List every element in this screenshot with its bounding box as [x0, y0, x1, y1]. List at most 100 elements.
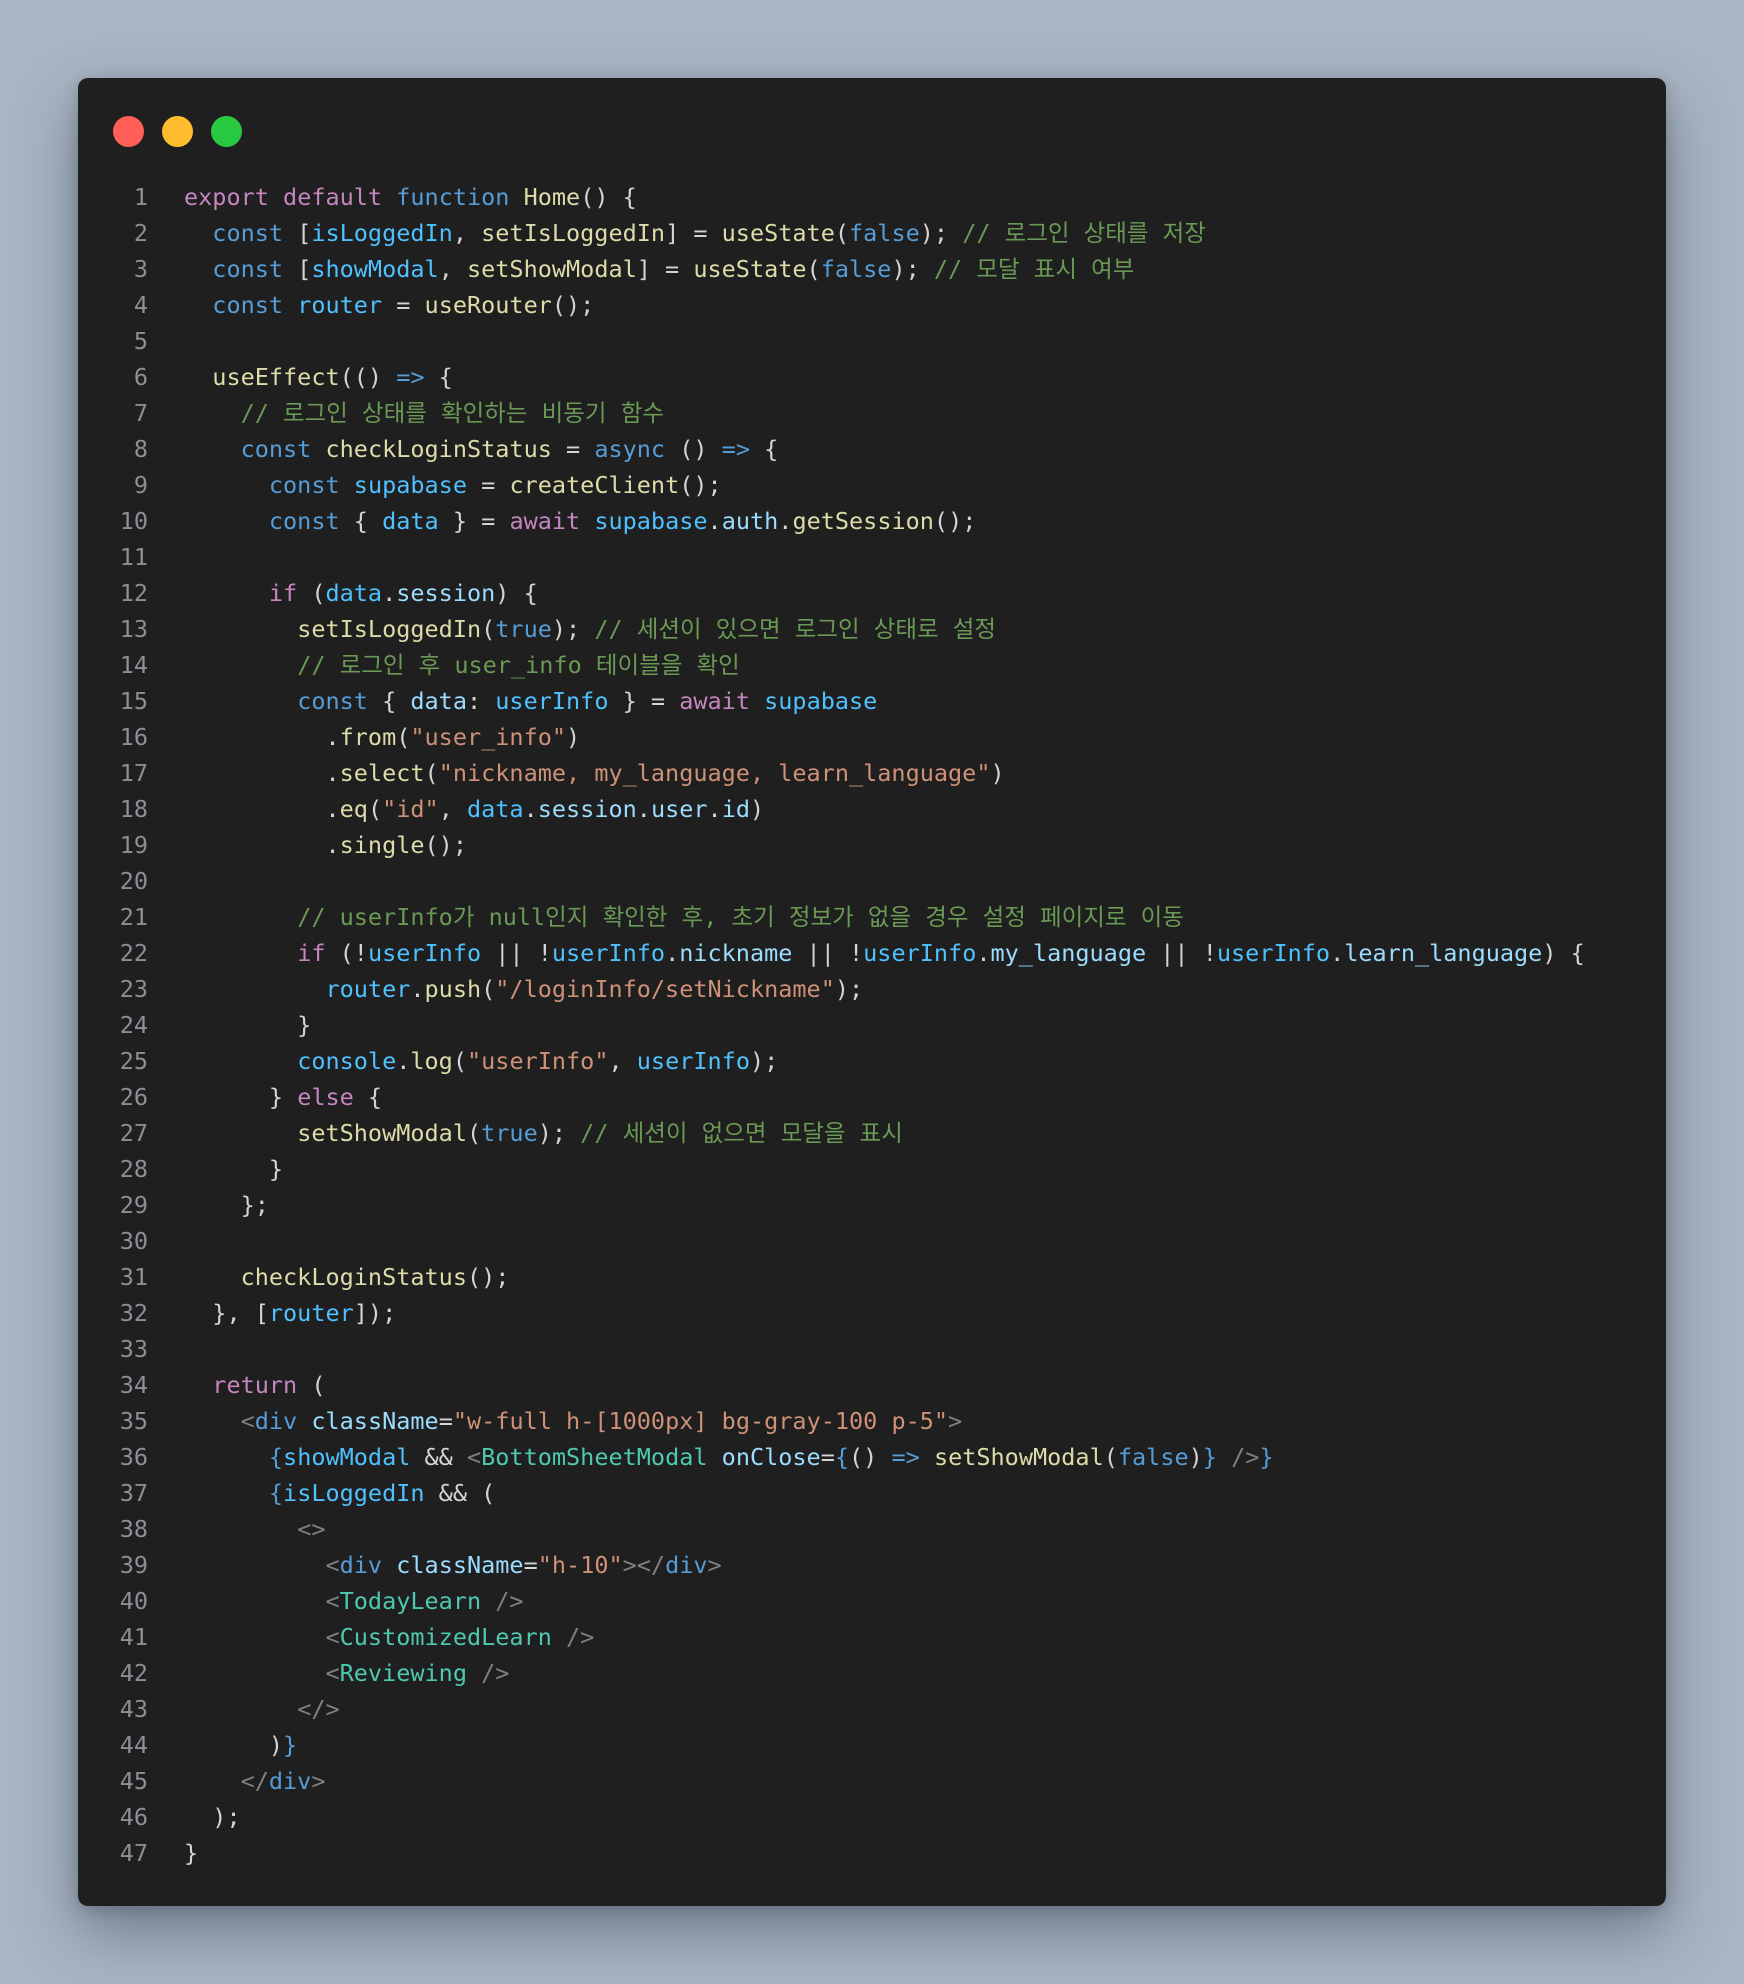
code-token: router	[268, 1299, 354, 1327]
code-line: 16 .from("user_info")	[78, 719, 1585, 755]
code-token: // userInfo가 null인지 확인한 후, 초기 정보가 없을 경우 …	[297, 903, 1184, 931]
code-token: showModal	[311, 255, 439, 283]
code-token: "id"	[382, 795, 439, 823]
line-text: {isLoggedIn && (	[148, 1475, 495, 1511]
code-line: 20	[78, 863, 1585, 899]
line-number: 15	[119, 687, 148, 715]
code-token: =	[466, 471, 510, 499]
code-token: console	[297, 1047, 397, 1075]
code-token: (	[297, 579, 326, 607]
code-line: 47}	[78, 1835, 1585, 1871]
code-token: .	[184, 723, 340, 751]
code-token: {	[367, 687, 411, 715]
line-text: const { data } = await supabase.auth.get…	[148, 503, 976, 539]
code-token: log	[410, 1047, 453, 1075]
code-token: [	[283, 219, 312, 247]
code-token: )	[749, 795, 765, 823]
code-token: <	[466, 1443, 482, 1471]
zoom-button[interactable]	[211, 116, 242, 147]
line-number: 19	[119, 831, 148, 859]
line-number: 18	[119, 795, 148, 823]
code-token: div	[339, 1551, 383, 1579]
line-number: 12	[119, 579, 148, 607]
code-token: className	[311, 1407, 439, 1435]
code-line: 15 const { data: userInfo } = await supa…	[78, 683, 1585, 719]
close-button[interactable]	[113, 116, 144, 147]
code-token: function	[396, 183, 510, 211]
code-token: false	[820, 255, 892, 283]
code-token: div	[254, 1407, 298, 1435]
code-token: (	[466, 1119, 482, 1147]
code-line: 46 );	[78, 1799, 1585, 1835]
line-text: .single();	[148, 827, 467, 863]
line-number: 28	[119, 1155, 148, 1183]
code-token: // 모달 표시 여부	[933, 255, 1135, 283]
line-number: 46	[119, 1803, 148, 1831]
line-text	[148, 863, 184, 899]
code-token: supabase	[594, 507, 708, 535]
code-token: eq	[339, 795, 368, 823]
line-number: 7	[133, 399, 148, 427]
code-token: export	[184, 183, 269, 211]
code-token: data	[382, 507, 439, 535]
line-number: 22	[119, 939, 148, 967]
line-text: .from("user_info")	[148, 719, 580, 755]
code-token: checkLoginStatus	[325, 435, 552, 463]
code-token: {	[353, 1083, 383, 1111]
line-number: 11	[119, 543, 148, 571]
code-token: Reviewing	[339, 1659, 467, 1687]
code-token: default	[283, 183, 383, 211]
code-token: && (	[424, 1479, 496, 1507]
code-line: 29 };	[78, 1187, 1585, 1223]
minimize-button[interactable]	[162, 116, 193, 147]
code-line: 22 if (!userInfo || !userInfo.nickname |…	[78, 935, 1585, 971]
code-token: );	[184, 1803, 241, 1831]
line-text: }, [router]);	[148, 1295, 396, 1331]
code-line: 1 export default function Home() {	[78, 179, 1585, 215]
code-token: .	[636, 795, 651, 823]
line-number: 37	[119, 1479, 148, 1507]
code-token: ] =	[665, 219, 722, 247]
code-token: const	[240, 435, 312, 463]
line-text	[148, 539, 184, 575]
code-token: setIsLoggedIn	[481, 219, 666, 247]
code-line: 26 } else {	[78, 1079, 1585, 1115]
line-number: 31	[119, 1263, 148, 1291]
code-token: await	[509, 507, 581, 535]
line-number: 13	[119, 615, 148, 643]
code-token: className	[396, 1551, 524, 1579]
code-token: <	[325, 1659, 340, 1687]
code-token: (	[806, 255, 821, 283]
code-token: } =	[438, 507, 510, 535]
code-token: ,	[438, 795, 467, 823]
code-block: 1 export default function Home() {2 const…	[78, 179, 1585, 1871]
code-token: ></	[622, 1551, 666, 1579]
code-token: nickname	[679, 939, 793, 967]
line-number: 6	[133, 363, 148, 391]
code-token: ();	[679, 471, 722, 499]
code-token: (	[834, 219, 849, 247]
line-number: 25	[119, 1047, 148, 1075]
code-token: || !	[1146, 939, 1217, 967]
code-line: 37 {isLoggedIn && (	[78, 1475, 1585, 1511]
code-token: isLoggedIn	[283, 1479, 425, 1507]
code-token: if	[268, 579, 298, 607]
code-token: =>	[891, 1443, 920, 1471]
code-line: 33	[78, 1331, 1585, 1367]
code-line: 44 )}	[78, 1727, 1585, 1763]
code-token: "/loginInfo/setNickname"	[495, 975, 835, 1003]
code-token: useEffect	[212, 363, 340, 391]
code-token: .	[396, 1047, 411, 1075]
code-line: 42 <Reviewing />	[78, 1655, 1585, 1691]
line-number: 39	[119, 1551, 148, 1579]
code-line: 13 setIsLoggedIn(true); // 세션이 있으면 로그인 상…	[78, 611, 1585, 647]
code-token: userInfo	[551, 939, 666, 967]
code-token: session	[537, 795, 637, 823]
code-token: <	[325, 1587, 340, 1615]
line-text: if (data.session) {	[148, 575, 538, 611]
